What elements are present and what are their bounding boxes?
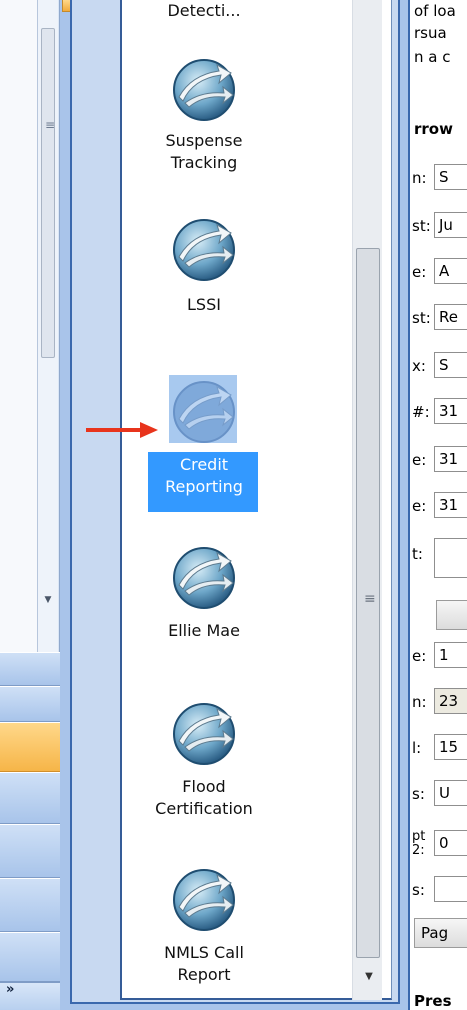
globe-arrow-icon: [173, 59, 235, 121]
field-label: pt 2:: [412, 829, 426, 858]
form-field-readonly: 23: [434, 688, 467, 714]
nav-tab[interactable]: [0, 652, 60, 686]
form-button[interactable]: [436, 600, 467, 630]
navigation-tabs: [0, 652, 60, 982]
tool-suspense-tracking[interactable]: Suspense Tracking: [120, 50, 310, 200]
field-label: #:: [412, 403, 430, 421]
form-field[interactable]: 31: [434, 492, 467, 518]
field-label: st:: [412, 309, 431, 327]
form-field[interactable]: Ju: [434, 212, 467, 238]
tool-label-line2: Tracking: [170, 153, 238, 172]
nav-tab[interactable]: [0, 878, 60, 932]
tool-label: Ellie Mae: [120, 620, 288, 642]
form-field[interactable]: A: [434, 258, 467, 284]
form-field[interactable]: S: [434, 164, 467, 190]
tool-label-text: Detecti...: [167, 1, 241, 20]
form-field[interactable]: [434, 876, 467, 902]
tool-flood-certification[interactable]: Flood Certification: [120, 694, 310, 844]
tool-label-line2: Report: [177, 965, 231, 984]
tool-label-line1: NMLS Call: [164, 943, 244, 962]
tool-label: Detecti...: [120, 0, 288, 22]
section-header: Pres: [414, 992, 452, 1010]
field-label: x:: [412, 357, 426, 375]
scroll-down-arrow-icon[interactable]: ▼: [360, 968, 378, 986]
form-field[interactable]: [434, 538, 467, 578]
scroll-grip-icon: ≡: [45, 118, 56, 132]
tool-label-selected: Credit Reporting: [120, 454, 288, 498]
globe-arrow-icon: [173, 381, 235, 443]
globe-arrow-icon: [173, 703, 235, 765]
nav-tab[interactable]: [0, 772, 60, 824]
field-label: s:: [412, 881, 425, 899]
field-label: t:: [412, 545, 423, 563]
loan-form-panel: of loa rsua n a c rrow n: S st: Ju e: A …: [408, 0, 467, 1010]
tool-lssi[interactable]: LSSI: [120, 210, 310, 320]
tool-label: Suspense Tracking: [120, 130, 288, 174]
red-arrow-annotation: [86, 422, 158, 438]
globe-arrow-icon: [173, 547, 235, 609]
field-label: s:: [412, 785, 425, 803]
left-scrollbar-thumb[interactable]: ≡: [41, 28, 55, 358]
form-field[interactable]: 15: [434, 734, 467, 760]
tool-label-line2: Certification: [155, 799, 253, 818]
tool-credit-reporting[interactable]: Credit Reporting: [120, 372, 310, 512]
tool-ellie-mae[interactable]: Ellie Mae: [120, 538, 310, 648]
field-label: e:: [412, 451, 427, 469]
nav-tab[interactable]: [0, 686, 60, 722]
form-field[interactable]: 0: [434, 830, 467, 856]
tool-label-line1: Ellie Mae: [168, 621, 240, 640]
form-text: n a c: [414, 48, 451, 66]
field-label: st:: [412, 217, 431, 235]
globe-arrow-icon: [173, 869, 235, 931]
nav-tab[interactable]: [0, 824, 60, 878]
form-field[interactable]: 31: [434, 446, 467, 472]
section-header: rrow: [414, 120, 453, 138]
left-navigation-list: [0, 0, 38, 652]
tool-label-line2: Reporting: [165, 477, 243, 496]
globe-arrow-icon: [173, 219, 235, 281]
form-field[interactable]: 1: [434, 642, 467, 668]
field-label: l:: [412, 739, 422, 757]
tool-item-partial[interactable]: Detecti...: [120, 0, 310, 24]
tool-label: Flood Certification: [120, 776, 288, 820]
scroll-grip-icon: ≡: [364, 591, 376, 607]
nav-tab-active[interactable]: [0, 722, 60, 772]
tool-label-line1: Flood: [182, 777, 226, 796]
field-label: n:: [412, 169, 427, 187]
form-field[interactable]: S: [434, 352, 467, 378]
nav-tab[interactable]: [0, 932, 60, 982]
field-label: e:: [412, 647, 427, 665]
form-field[interactable]: U: [434, 780, 467, 806]
tool-label-line1: Credit: [179, 455, 229, 474]
left-navigation-panel: ≡ ▼ »: [0, 0, 60, 1010]
tool-label: LSSI: [120, 294, 288, 316]
tool-label: NMLS Call Report: [120, 942, 288, 986]
tool-label-line1: LSSI: [187, 295, 221, 314]
form-field[interactable]: 31: [434, 398, 467, 424]
field-label: e:: [412, 497, 427, 515]
field-label: e:: [412, 263, 427, 281]
tool-nmls-call-report[interactable]: NMLS Call Report: [120, 860, 310, 1000]
field-label: n:: [412, 693, 427, 711]
form-text: of loa: [414, 2, 456, 20]
page-button[interactable]: Pag: [414, 918, 467, 948]
form-text: rsua: [414, 24, 447, 42]
form-field[interactable]: Re: [434, 304, 467, 330]
overflow-chevron-icon[interactable]: »: [6, 983, 14, 997]
tool-label-line1: Suspense: [165, 131, 243, 150]
left-scrollbar[interactable]: ≡: [38, 0, 58, 652]
left-scroll-down-icon[interactable]: ▼: [40, 595, 56, 611]
